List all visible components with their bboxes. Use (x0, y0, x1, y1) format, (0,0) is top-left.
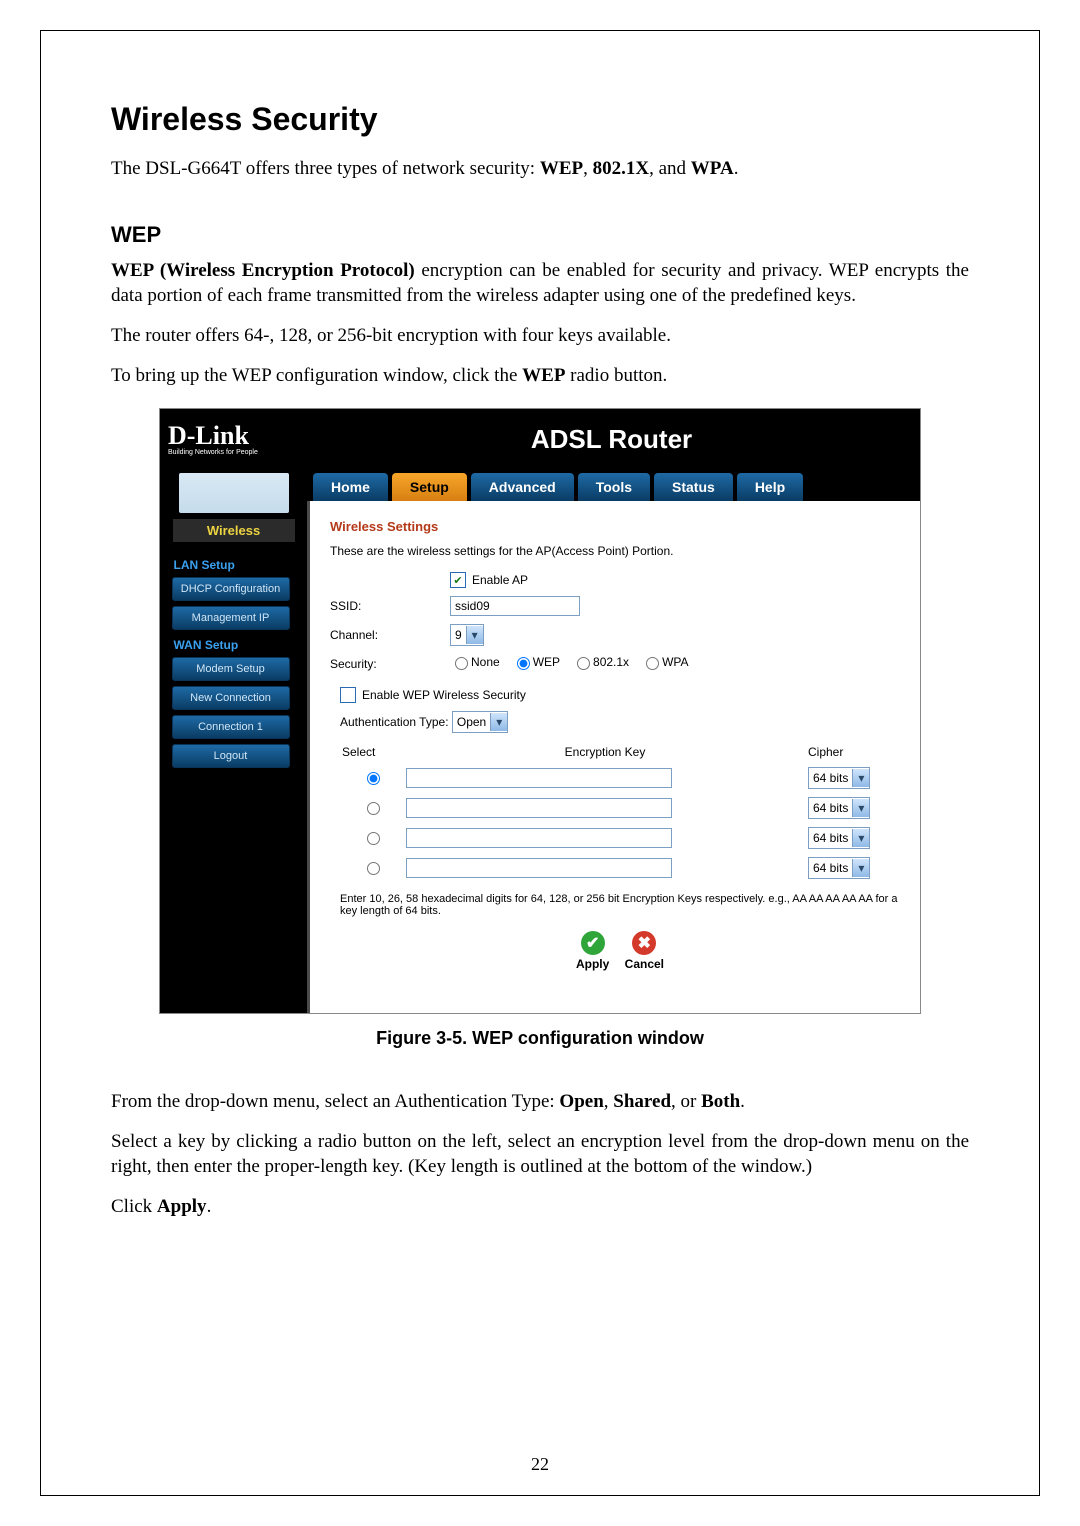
keys-table: Select Encryption Key Cipher 64 bits▾ 64 … (340, 741, 900, 883)
chevron-down-icon: ▾ (490, 713, 507, 731)
key-select-radio[interactable] (367, 772, 380, 785)
enable-wep-label: Enable WEP Wireless Security (362, 688, 526, 702)
channel-label: Channel: (330, 628, 450, 642)
chevron-down-icon: ▾ (852, 769, 869, 787)
intro-text: The DSL-G664T offers three types of netw… (111, 156, 969, 182)
sidebar-item-dhcp-configuration[interactable]: DHCP Configuration (172, 577, 290, 601)
key-select-radio[interactable] (367, 862, 380, 875)
channel-select[interactable]: 9 ▾ (450, 624, 484, 646)
router-header: D-Link Building Networks for People ADSL… (160, 409, 920, 469)
key-select-radio[interactable] (367, 802, 380, 815)
enable-ap-label: Enable AP (472, 573, 528, 587)
auth-type-select[interactable]: Open ▾ (452, 711, 508, 733)
wep-p2: The router offers 64-, 128, or 256-bit e… (111, 323, 969, 349)
key-select-radio[interactable] (367, 832, 380, 845)
tab-help[interactable]: Help (737, 473, 803, 501)
cancel-button[interactable]: ✖ Cancel (625, 931, 664, 971)
apply-button[interactable]: ✔ Apply (576, 931, 609, 971)
tab-tools[interactable]: Tools (578, 473, 650, 501)
cipher-select[interactable]: 64 bits▾ (808, 827, 870, 849)
sidebar-item-new-connection[interactable]: New Connection (172, 686, 290, 710)
wep-heading: WEP (111, 222, 969, 248)
after-p1: From the drop-down menu, select an Authe… (111, 1089, 969, 1115)
key-hint: Enter 10, 26, 58 hexadecimal digits for … (340, 893, 900, 917)
encryption-key-input[interactable] (406, 798, 672, 818)
dlink-logo: D-Link (168, 423, 303, 449)
sidebar-heading: LAN Setup (174, 558, 296, 572)
encryption-key-input[interactable] (406, 858, 672, 878)
section-title: Wireless Settings (330, 519, 900, 534)
chevron-down-icon: ▾ (852, 799, 869, 817)
security-option-wep[interactable]: WEP (512, 654, 560, 670)
auth-type-label: Authentication Type: (340, 715, 449, 729)
enable-ap-checkbox[interactable]: ✔ (450, 572, 466, 588)
router-screenshot: D-Link Building Networks for People ADSL… (159, 408, 921, 1014)
col-enckey: Encryption Key (404, 741, 806, 763)
table-row: 64 bits▾ (340, 793, 900, 823)
sidebar-item-wireless[interactable]: Wireless (173, 519, 295, 542)
tab-advanced[interactable]: Advanced (471, 473, 574, 501)
ssid-label: SSID: (330, 599, 450, 613)
sidebar: Wireless LAN Setup DHCP Configuration Mana… (160, 469, 307, 1013)
page-title: Wireless Security (111, 101, 969, 138)
sidebar-item-connection-1[interactable]: Connection 1 (172, 715, 290, 739)
content-panel: Wireless Settings These are the wireless… (307, 501, 920, 1013)
tab-home[interactable]: Home (313, 473, 388, 501)
col-select: Select (340, 741, 404, 763)
security-option-wpa[interactable]: WPA (641, 654, 688, 670)
after-p2: Select a key by clicking a radio button … (111, 1129, 969, 1180)
dlink-tagline: Building Networks for People (168, 449, 303, 456)
security-label: Security: (330, 657, 450, 671)
enable-wep-checkbox[interactable] (340, 687, 356, 703)
sidebar-heading: WAN Setup (174, 638, 296, 652)
table-row: 64 bits▾ (340, 763, 900, 793)
cipher-select[interactable]: 64 bits▾ (808, 857, 870, 879)
security-option-8021x[interactable]: 802.1x (572, 654, 629, 670)
after-p3: Click Apply. (111, 1194, 969, 1220)
chevron-down-icon: ▾ (852, 829, 869, 847)
col-cipher: Cipher (806, 741, 900, 763)
ssid-input[interactable] (450, 596, 580, 616)
sidebar-item-management-ip[interactable]: Management IP (172, 606, 290, 630)
tab-setup[interactable]: Setup (392, 473, 467, 501)
encryption-key-input[interactable] (406, 828, 672, 848)
wep-p1: WEP (Wireless Encryption Protocol) encry… (111, 258, 969, 309)
table-row: 64 bits▾ (340, 823, 900, 853)
page-number: 22 (41, 1454, 1039, 1475)
sidebar-item-logout[interactable]: Logout (172, 744, 290, 768)
cipher-select[interactable]: 64 bits▾ (808, 767, 870, 789)
tab-bar: HomeSetupAdvancedToolsStatusHelp (307, 469, 920, 501)
cipher-select[interactable]: 64 bits▾ (808, 797, 870, 819)
sidebar-item-modem-setup[interactable]: Modem Setup (172, 657, 290, 681)
wep-p3: To bring up the WEP configuration window… (111, 363, 969, 389)
security-option-none[interactable]: None (450, 654, 500, 670)
section-desc: These are the wireless settings for the … (330, 544, 900, 558)
banner-title: ADSL Router (303, 424, 920, 455)
encryption-key-input[interactable] (406, 768, 672, 788)
chevron-down-icon: ▾ (466, 626, 483, 644)
product-image (179, 473, 289, 513)
table-row: 64 bits▾ (340, 853, 900, 883)
tab-status[interactable]: Status (654, 473, 733, 501)
chevron-down-icon: ▾ (852, 859, 869, 877)
close-icon: ✖ (632, 931, 656, 955)
check-icon: ✔ (581, 931, 605, 955)
figure-caption: Figure 3-5. WEP configuration window (111, 1028, 969, 1049)
